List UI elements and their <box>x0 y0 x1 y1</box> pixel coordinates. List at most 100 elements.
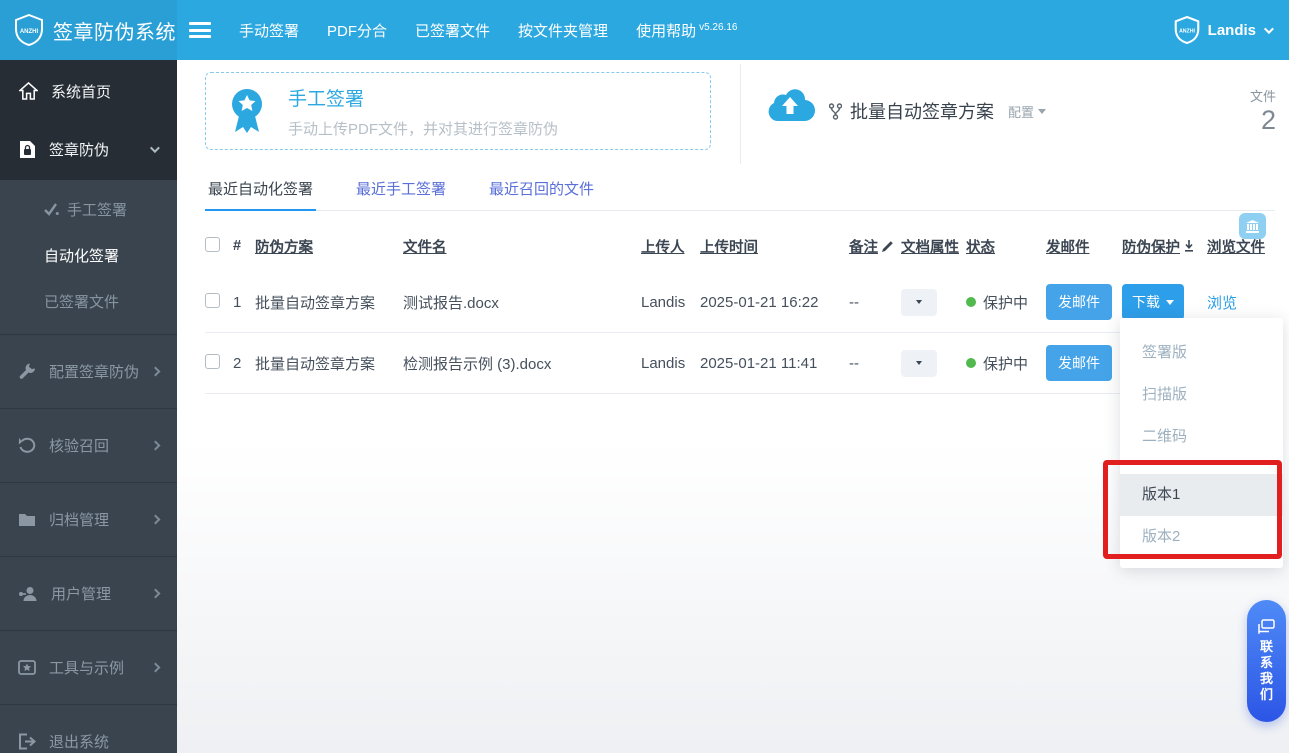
divider <box>740 64 741 164</box>
chevron-down-icon <box>1263 23 1274 34</box>
table-row: 2 批量自动签章方案 检测报告示例 (3).docx Landis 2025-0… <box>205 333 1280 394</box>
manual-sign-card[interactable]: 手工签署 手动上传PDF文件，并对其进行签章防伪 <box>205 72 711 150</box>
col-protection[interactable]: 防伪保护 <box>1122 236 1207 257</box>
cell-filename: 测试报告.docx <box>403 294 499 312</box>
contact-us-label: 联系我们 <box>1259 638 1273 703</box>
caret-down-icon <box>916 361 922 365</box>
username: Landis <box>1207 21 1256 39</box>
sidebar-item-config-antifake[interactable]: 配置签章防伪 <box>0 334 177 408</box>
col-send-mail[interactable]: 发邮件 <box>1046 236 1122 257</box>
cell-scheme: 批量自动签章方案 <box>255 294 376 312</box>
doc-attr-dropdown-button[interactable] <box>901 349 937 377</box>
sidebar: 系统首页 签章防伪 手工签署 自动化签署 已签署文件 配置签章防伪 核验召回 归… <box>0 60 177 753</box>
cell-scheme: 批量自动签章方案 <box>255 355 376 373</box>
folder-icon <box>18 512 36 527</box>
manual-card-subtitle: 手动上传PDF文件，并对其进行签章防伪 <box>288 120 559 138</box>
download-dropdown-button[interactable]: 下载 <box>1122 284 1184 320</box>
documents-table: # 防伪方案 文件名 上传人 上传时间 备注 文档属性 状态 发邮件 防伪保护 … <box>205 220 1280 394</box>
tab-recent-auto-sign[interactable]: 最近自动化签署 <box>205 178 317 211</box>
chat-icon <box>1258 618 1275 634</box>
sidebar-item-seal-antifake[interactable]: 签章防伪 <box>0 120 177 178</box>
col-uploader[interactable]: 上传人 <box>641 236 700 257</box>
row-checkbox[interactable] <box>205 292 220 308</box>
cell-upload-time: 2025-01-21 16:22 <box>700 293 819 311</box>
cell-uploader: Landis <box>641 354 686 372</box>
doc-attr-dropdown-button[interactable] <box>901 288 937 316</box>
config-dropdown[interactable]: 配置 <box>1008 102 1047 121</box>
nav-item-pdf-split[interactable]: PDF分合 <box>327 20 387 41</box>
cell-upload-time: 2025-01-21 11:41 <box>700 354 818 372</box>
sidebar-item-home[interactable]: 系统首页 <box>0 62 177 120</box>
table-header-row: # 防伪方案 文件名 上传人 上传时间 备注 文档属性 状态 发邮件 防伪保护 … <box>205 220 1280 272</box>
user-menu[interactable]: ANZHI Landis <box>1174 16 1274 44</box>
sidebar-item-user-manage[interactable]: 用户管理 <box>0 556 177 630</box>
browse-link[interactable]: 浏览 <box>1207 292 1280 313</box>
award-icon <box>228 88 266 134</box>
tab-recent-recalled[interactable]: 最近召回的文件 <box>486 178 597 210</box>
svg-text:ANZHI: ANZHI <box>20 29 39 35</box>
sidebar-item-logout[interactable]: 退出系统 <box>0 704 177 753</box>
menu-item-qrcode[interactable]: 二维码 <box>1120 416 1283 458</box>
file-lock-icon <box>19 140 36 159</box>
select-all-checkbox[interactable] <box>205 236 220 252</box>
col-upload-time[interactable]: 上传时间 <box>700 236 849 257</box>
brand[interactable]: ANZHI 签章防伪系统 <box>0 0 177 60</box>
top-nav: 手动签署 PDF分合 已签署文件 按文件夹管理 使用帮助 v5.26.16 <box>239 20 737 41</box>
cloud-upload-icon[interactable] <box>765 84 816 127</box>
cell-index: 2 <box>233 354 242 372</box>
contact-us-button[interactable]: 联系我们 <box>1247 600 1286 722</box>
sidebar-subitem-signed-files[interactable]: 已签署文件 <box>0 278 177 324</box>
nav-item-help[interactable]: 使用帮助 v5.26.16 <box>636 20 737 41</box>
chevron-down-icon <box>149 142 160 153</box>
nav-item-signed-files[interactable]: 已签署文件 <box>415 20 490 41</box>
col-scheme[interactable]: 防伪方案 <box>255 236 403 257</box>
send-mail-button[interactable]: 发邮件 <box>1046 345 1112 381</box>
menu-item-version-2[interactable]: 版本2 <box>1120 516 1283 558</box>
col-browse[interactable]: 浏览文件 <box>1207 236 1280 257</box>
menu-item-signed-version[interactable]: 签署版 <box>1120 332 1283 374</box>
sidebar-item-verify-recall[interactable]: 核验召回 <box>0 408 177 482</box>
row-checkbox[interactable] <box>205 353 220 369</box>
users-icon <box>18 586 38 601</box>
tab-recent-manual-sign[interactable]: 最近手工签署 <box>353 178 449 210</box>
sidebar-item-tools-examples[interactable]: 工具与示例 <box>0 630 177 704</box>
scheme-block: 批量自动签章方案 配置 <box>829 98 1047 124</box>
send-mail-button[interactable]: 发邮件 <box>1046 284 1112 320</box>
anzhi-shield-icon: ANZHI <box>14 14 44 46</box>
col-remark[interactable]: 备注 <box>849 236 901 257</box>
wrench-icon <box>18 363 36 381</box>
menu-item-scanned-version[interactable]: 扫描版 <box>1120 374 1283 416</box>
main-content: 手工签署 手动上传PDF文件，并对其进行签章防伪 批量自动签章方案 配置 文件 … <box>177 60 1289 753</box>
home-icon <box>19 82 38 100</box>
col-doc-attr[interactable]: 文档属性 <box>901 236 966 257</box>
caret-down-icon <box>1038 108 1047 114</box>
sidebar-item-archive-manage[interactable]: 归档管理 <box>0 482 177 556</box>
version-label: v5.26.16 <box>699 21 738 33</box>
nav-item-folder-manage[interactable]: 按文件夹管理 <box>518 20 608 41</box>
chevron-right-icon <box>150 662 161 673</box>
nav-item-manual-sign[interactable]: 手动签署 <box>239 20 299 41</box>
chevron-right-icon <box>150 514 161 525</box>
tab-bar: 最近自动化签署 最近手工签署 最近召回的文件 <box>205 178 1275 211</box>
cell-index: 1 <box>233 293 242 311</box>
table-row: 1 批量自动签章方案 测试报告.docx Landis 2025-01-21 1… <box>205 272 1280 333</box>
menu-item-version-1[interactable]: 版本1 <box>1120 474 1283 516</box>
hamburger-menu-icon[interactable] <box>189 22 211 38</box>
branch-icon <box>829 102 842 120</box>
top-navbar: ANZHI 签章防伪系统 手动签署 PDF分合 已签署文件 按文件夹管理 使用帮… <box>0 0 1289 60</box>
col-status[interactable]: 状态 <box>966 236 1046 257</box>
file-counter-label: 文件 <box>1249 89 1276 104</box>
col-index: # <box>233 238 242 254</box>
cell-remark: -- <box>849 293 859 311</box>
sidebar-subitem-manual-sign[interactable]: 手工签署 <box>0 186 177 232</box>
app-title: 签章防伪系统 <box>53 21 176 44</box>
svg-text:ANZHI: ANZHI <box>1179 29 1195 35</box>
col-filename[interactable]: 文件名 <box>403 236 641 257</box>
chevron-right-icon <box>150 366 161 377</box>
download-sort-icon <box>1185 240 1193 252</box>
status-dot-icon <box>966 297 976 307</box>
file-counter: 文件 2 <box>1250 86 1276 136</box>
anzhi-shield-icon: ANZHI <box>1174 16 1200 44</box>
sidebar-subitem-auto-sign[interactable]: 自动化签署 <box>0 232 177 278</box>
status-badge: 保护中 <box>966 292 1046 313</box>
